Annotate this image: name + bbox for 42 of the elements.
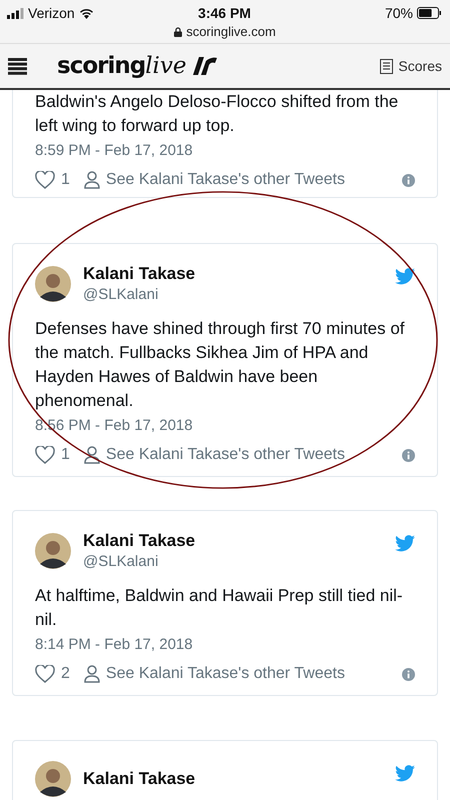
page-url[interactable]: scoringlive.com: [186, 24, 276, 39]
menu-icon[interactable]: [8, 58, 27, 74]
list-icon: [380, 58, 394, 74]
avatar: [35, 532, 71, 568]
logo-mark-icon: [192, 57, 217, 75]
signal-icon: [7, 8, 24, 18]
other-tweets-link[interactable]: See Kalani Takase's other Tweets: [106, 665, 345, 683]
other-tweets-link[interactable]: See Kalani Takase's other Tweets: [106, 446, 345, 464]
info-icon[interactable]: [402, 174, 415, 186]
heart-icon[interactable]: [35, 665, 55, 683]
battery-percent: 70%: [384, 5, 413, 21]
person-icon[interactable]: [84, 665, 100, 683]
clock-time: 3:46 PM: [198, 5, 251, 21]
other-tweets-link[interactable]: See Kalani Takase's other Tweets: [106, 171, 345, 189]
tweet-text: Defenses have shined through first 70 minutes of the match. Fullbacks Sikhea Jim of HPA and Hayden Hawes of Baldwin have been phenomenal.: [35, 318, 406, 412]
tweet-time[interactable]: 8:14 PM - Feb 17, 2018: [35, 636, 415, 653]
tweet-time[interactable]: 8:59 PM - Feb 17, 2018: [35, 142, 415, 159]
person-icon[interactable]: [84, 446, 100, 464]
like-count: 1: [61, 171, 70, 189]
tweet-text: Baldwin's Angelo Deloso-Flocco shifted from the left wing to forward up top.: [35, 91, 400, 137]
battery-icon: [416, 7, 442, 19]
lock-icon: [174, 26, 182, 36]
author-handle[interactable]: @SLKalani: [83, 286, 196, 303]
site-logo[interactable]: scoringlive: [57, 53, 187, 79]
bird-icon[interactable]: [395, 268, 415, 285]
info-icon[interactable]: [402, 448, 415, 462]
scores-link[interactable]: Scores: [380, 58, 442, 74]
author-name[interactable]: Kalani Takase: [83, 264, 196, 284]
heart-icon[interactable]: [35, 446, 55, 464]
carrier-name: Verizon: [28, 5, 75, 21]
avatar: [35, 266, 71, 302]
avatar: [35, 761, 71, 797]
heart-icon[interactable]: [35, 171, 55, 189]
author-handle[interactable]: @SLKalani: [83, 553, 196, 570]
author-name[interactable]: Kalani Takase: [83, 769, 196, 789]
like-count: 1: [61, 446, 70, 464]
wifi-icon: [78, 8, 94, 18]
author-name[interactable]: Kalani Takase: [83, 531, 196, 551]
info-icon[interactable]: [402, 668, 415, 680]
tweet-text: At halftime, Baldwin and Hawaii Prep still tied nil-nil.: [35, 585, 404, 631]
person-icon[interactable]: [84, 171, 100, 189]
like-count: 2: [61, 665, 70, 683]
